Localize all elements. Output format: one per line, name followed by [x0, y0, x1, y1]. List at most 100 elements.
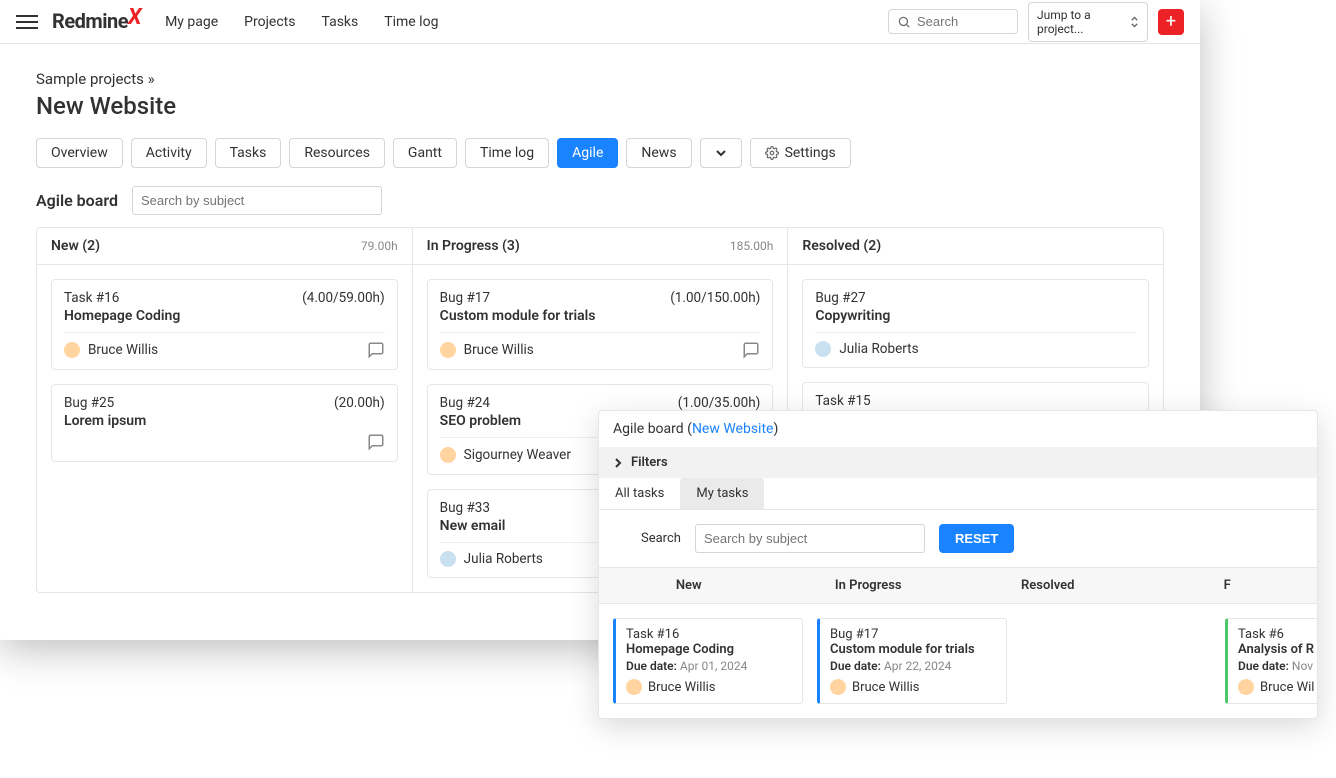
plus-icon: + [1166, 11, 1176, 32]
avatar [64, 342, 80, 358]
overlay-search-input[interactable] [695, 524, 925, 553]
mini-column-header: Resolved [958, 568, 1138, 603]
gear-icon [765, 146, 779, 160]
avatar [440, 551, 456, 567]
board-card[interactable]: Bug #27CopywritingJulia Roberts [802, 279, 1149, 368]
card-id: Bug #24 [440, 395, 490, 411]
global-search[interactable] [888, 9, 1018, 34]
nav-my-page[interactable]: My page [165, 14, 218, 30]
mini-card-assignee: Bruce Willis [626, 679, 792, 695]
column-title: Resolved (2) [802, 238, 881, 254]
card-id: Task #16 [64, 290, 119, 306]
mini-card[interactable]: Task #16Homepage CodingDue date: Apr 01,… [613, 618, 803, 704]
mini-card-assignee: Bruce Willis [830, 679, 996, 695]
menu-icon[interactable] [16, 15, 38, 29]
logo: RedmineX [52, 9, 141, 34]
card-id: Bug #27 [815, 290, 865, 306]
nav-timelog[interactable]: Time log [384, 14, 438, 30]
agile-filter-overlay: Agile board (New Website) Filters All ta… [598, 410, 1318, 719]
board-card[interactable]: Task #16 (4.00/59.00h) Homepage Coding Bruc… [51, 279, 398, 370]
board-card[interactable]: Bug #17 (1.00/150.00h) Custom module for t… [427, 279, 774, 370]
comment-icon [367, 341, 385, 359]
card-hours: (1.00/150.00h) [670, 290, 760, 306]
tab-overview[interactable]: Overview [36, 138, 123, 168]
avatar [815, 341, 831, 357]
tab-resources[interactable]: Resources [289, 138, 385, 168]
overlay-project-link[interactable]: New Website [692, 421, 774, 437]
add-button[interactable]: + [1158, 9, 1184, 35]
card-id: Bug #33 [440, 500, 490, 516]
card-assignee: Bruce Willis [64, 342, 158, 358]
mini-column-header: New [599, 568, 779, 603]
card-assignee: Julia Roberts [815, 341, 918, 357]
tab-gantt[interactable]: Gantt [393, 138, 457, 168]
mini-column: Task #16Homepage CodingDue date: Apr 01,… [613, 618, 803, 704]
mini-card-subject: Homepage Coding [626, 642, 792, 657]
chevron-down-icon [715, 149, 727, 157]
card-hours: (4.00/59.00h) [302, 290, 385, 306]
avatar [626, 679, 642, 695]
tab-more[interactable] [700, 138, 742, 168]
page-title: New Website [36, 92, 1164, 120]
card-subject: Custom module for trials [440, 308, 761, 324]
project-tabs: Overview Activity TasksResources Gantt Time … [36, 138, 1164, 168]
mini-card[interactable]: Task #6Analysis of RDue date: NovBruce W… [1225, 618, 1317, 704]
task-scope-tabs: All tasks My tasks [599, 478, 1317, 510]
column-hours: 79.00h [361, 239, 398, 253]
mini-column-header: In Progress [779, 568, 959, 603]
overlay-title: Agile board (New Website) [599, 411, 1317, 447]
nav-projects[interactable]: Projects [244, 14, 295, 30]
filters-toggle[interactable]: Filters [599, 447, 1317, 478]
column-title: In Progress (3) [427, 238, 520, 254]
nav-tasks[interactable]: Tasks [322, 14, 359, 30]
card-assignee: Julia Roberts [440, 551, 543, 567]
tab-tasks[interactable]: Tasks [215, 138, 282, 168]
mini-column [1021, 618, 1211, 704]
mini-card-id: Task #16 [626, 627, 792, 642]
tab-time-log[interactable]: Time log [465, 138, 549, 168]
avatar [1238, 679, 1254, 695]
tab-settings[interactable]: Settings [750, 138, 851, 168]
chevron-right-icon [613, 458, 623, 468]
board-title: Agile board [36, 191, 118, 210]
mini-card-id: Bug #17 [830, 627, 996, 642]
card-assignee: Bruce Willis [440, 342, 534, 358]
tab-all-tasks[interactable]: All tasks [599, 478, 680, 509]
tab-activity[interactable]: Activity [131, 138, 207, 168]
card-subject: Lorem ipsum [64, 413, 385, 429]
reset-button[interactable]: RESET [939, 524, 1014, 553]
mini-card-id: Task #6 [1238, 627, 1317, 642]
mini-column: Task #6Analysis of RDue date: NovBruce W… [1225, 618, 1317, 704]
mini-card-subject: Analysis of R [1238, 642, 1317, 657]
mini-column-header: F [1138, 568, 1318, 603]
jump-project-select[interactable]: Jump to a project... [1028, 2, 1148, 42]
board-column: New (2) 79.00h Task #16 (4.00/59.00h) Homepa… [37, 228, 413, 592]
tab-my-tasks[interactable]: My tasks [680, 478, 764, 509]
tab-agile[interactable]: Agile [557, 138, 618, 168]
card-hours: (20.00h) [334, 395, 385, 411]
mini-card[interactable]: Bug #17Custom module for trials Due date:… [817, 618, 1007, 704]
mini-column: Bug #17Custom module for trials Due date:… [817, 618, 1007, 704]
comment-icon [742, 341, 760, 359]
tab-news[interactable]: News [626, 138, 691, 168]
mini-card-due: Due date: Apr 22, 2024 [830, 659, 996, 673]
board-card[interactable]: Bug #25 (20.00h) Lorem ipsum [51, 384, 398, 462]
chevron-updown-icon [1130, 16, 1139, 28]
avatar [440, 447, 456, 463]
mini-card-subject: Custom module for trials [830, 642, 996, 657]
global-search-input[interactable] [917, 14, 1009, 29]
card-hours: (1.00/35.00h) [678, 395, 761, 411]
card-subject: Homepage Coding [64, 308, 385, 324]
avatar [440, 342, 456, 358]
search-icon [897, 15, 911, 29]
card-id: Task #15 [815, 393, 870, 409]
column-title: New (2) [51, 238, 100, 254]
breadcrumb[interactable]: Sample projects » [36, 70, 1164, 88]
top-nav: My page Projects Tasks Time log [165, 14, 438, 30]
comment-icon [367, 433, 385, 451]
board-search-input[interactable] [132, 186, 382, 215]
card-id: Bug #25 [64, 395, 114, 411]
overlay-search-label: Search [641, 531, 681, 546]
avatar [830, 679, 846, 695]
card-id: Bug #17 [440, 290, 490, 306]
